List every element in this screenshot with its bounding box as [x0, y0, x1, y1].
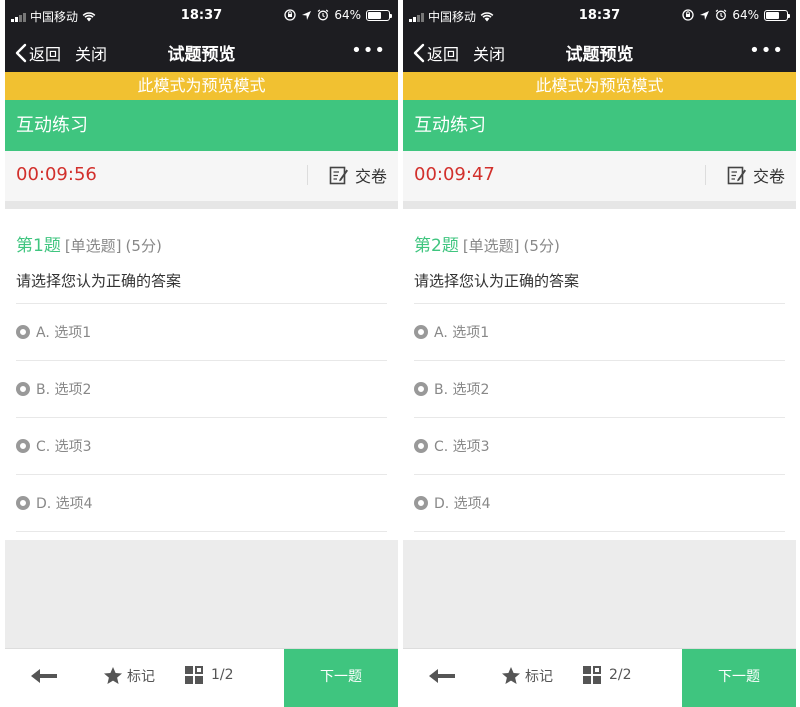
phone-screen-1: 中国移动 18:37 64% 返回 关闭 试题预览 ••• 此模式为预览模式 互…: [5, 0, 398, 707]
radio-icon: [16, 439, 30, 453]
submit-exam-button[interactable]: 交卷: [329, 163, 387, 187]
submit-label: 交卷: [752, 167, 785, 186]
question-progress: 1/2: [211, 667, 234, 683]
submit-exam-button[interactable]: 交卷: [727, 163, 785, 187]
timer-row: 00:09:56 交卷: [5, 151, 398, 201]
alarm-icon: [715, 9, 727, 21]
status-bar: 中国移动 18:37 64%: [5, 0, 398, 32]
mark-label: 标记: [127, 669, 155, 685]
radio-icon: [414, 382, 428, 396]
previous-question-button[interactable]: [427, 666, 457, 690]
previous-question-button[interactable]: [29, 666, 59, 690]
separator: [5, 201, 398, 209]
option-label: C. 选项3: [36, 439, 92, 455]
question-text: 请选择您认为正确的答案: [16, 270, 387, 304]
question-number: 第2题: [414, 236, 459, 256]
edit-note-icon: [329, 166, 348, 185]
location-arrow-icon: [700, 10, 710, 20]
page-title: 试题预览: [565, 45, 634, 65]
empty-area: [5, 540, 398, 648]
option-label: C. 选项3: [434, 439, 490, 455]
nav-bar: 返回 关闭 试题预览 •••: [5, 32, 398, 72]
timer-row: 00:09:47 交卷: [403, 151, 796, 201]
option-label: D. 选项4: [434, 496, 491, 512]
question-number: 第1题: [16, 236, 61, 256]
option-label: A. 选项1: [434, 325, 490, 341]
radio-icon: [16, 496, 30, 510]
nav-bar: 返回 关闭 试题预览 •••: [403, 32, 796, 72]
question-header: 第2题 [单选题] (5分): [414, 209, 785, 256]
question-card: 第2题 [单选题] (5分) 请选择您认为正确的答案 A. 选项1 B. 选项2…: [403, 209, 796, 540]
bottom-toolbar: 标记 2/2 下一题: [403, 648, 796, 707]
answer-card-button[interactable]: 1/2: [185, 666, 234, 684]
question-type: [单选题]: [64, 237, 122, 255]
answer-option-c[interactable]: C. 选项3: [16, 418, 387, 475]
section-title: 互动练习: [403, 100, 796, 151]
question-score: (5分): [523, 237, 560, 255]
star-icon: [104, 667, 122, 684]
edit-note-icon: [727, 166, 746, 185]
question-score: (5分): [125, 237, 162, 255]
question-header: 第1题 [单选题] (5分): [16, 209, 387, 256]
question-card: 第1题 [单选题] (5分) 请选择您认为正确的答案 A. 选项1 B. 选项2…: [5, 209, 398, 540]
battery-icon: [764, 9, 790, 21]
countdown-timer: 00:09:56: [16, 164, 97, 185]
next-question-button[interactable]: 下一题: [284, 649, 398, 707]
mark-button[interactable]: 标记: [501, 666, 553, 686]
radio-icon: [16, 325, 30, 339]
rotation-lock-icon: [682, 9, 694, 21]
question-type: [单选题]: [462, 237, 520, 255]
bottom-toolbar: 标记 1/2 下一题: [5, 648, 398, 707]
battery-percent: 64%: [334, 8, 361, 22]
answer-option-d[interactable]: D. 选项4: [16, 475, 387, 532]
submit-label: 交卷: [354, 167, 387, 186]
divider: [307, 165, 308, 185]
question-text: 请选择您认为正确的答案: [414, 270, 785, 304]
answer-card-icon: [583, 666, 601, 684]
radio-icon: [414, 496, 428, 510]
star-icon: [502, 667, 520, 684]
answer-option-b[interactable]: B. 选项2: [414, 361, 785, 418]
preview-mode-banner: 此模式为预览模式: [5, 72, 398, 100]
battery-percent: 64%: [732, 8, 759, 22]
rotation-lock-icon: [284, 9, 296, 21]
question-progress: 2/2: [609, 667, 632, 683]
answer-option-b[interactable]: B. 选项2: [16, 361, 387, 418]
next-question-button[interactable]: 下一题: [682, 649, 796, 707]
answer-option-a[interactable]: A. 选项1: [16, 304, 387, 361]
option-label: B. 选项2: [36, 382, 92, 398]
alarm-icon: [317, 9, 329, 21]
more-options-button[interactable]: •••: [749, 40, 784, 61]
countdown-timer: 00:09:47: [414, 164, 495, 185]
preview-mode-banner: 此模式为预览模式: [403, 72, 796, 100]
mark-button[interactable]: 标记: [103, 666, 155, 686]
option-label: D. 选项4: [36, 496, 93, 512]
more-options-button[interactable]: •••: [351, 40, 386, 61]
empty-area: [403, 540, 796, 648]
phone-screen-2: 中国移动 18:37 64% 返回 关闭 试题预览 ••• 此模式为预览模式 互…: [403, 0, 796, 707]
arrow-left-icon: [31, 669, 57, 683]
answer-option-d[interactable]: D. 选项4: [414, 475, 785, 532]
arrow-left-icon: [429, 669, 455, 683]
section-title: 互动练习: [5, 100, 398, 151]
separator: [403, 201, 796, 209]
option-label: B. 选项2: [434, 382, 490, 398]
location-arrow-icon: [302, 10, 312, 20]
divider: [705, 165, 706, 185]
radio-icon: [414, 439, 428, 453]
option-label: A. 选项1: [36, 325, 92, 341]
radio-icon: [414, 325, 428, 339]
radio-icon: [16, 382, 30, 396]
answer-card-button[interactable]: 2/2: [583, 666, 632, 684]
status-bar: 中国移动 18:37 64%: [403, 0, 796, 32]
answer-card-icon: [185, 666, 203, 684]
page-title: 试题预览: [167, 45, 236, 65]
answer-option-a[interactable]: A. 选项1: [414, 304, 785, 361]
battery-icon: [366, 9, 392, 21]
mark-label: 标记: [525, 669, 553, 685]
answer-option-c[interactable]: C. 选项3: [414, 418, 785, 475]
